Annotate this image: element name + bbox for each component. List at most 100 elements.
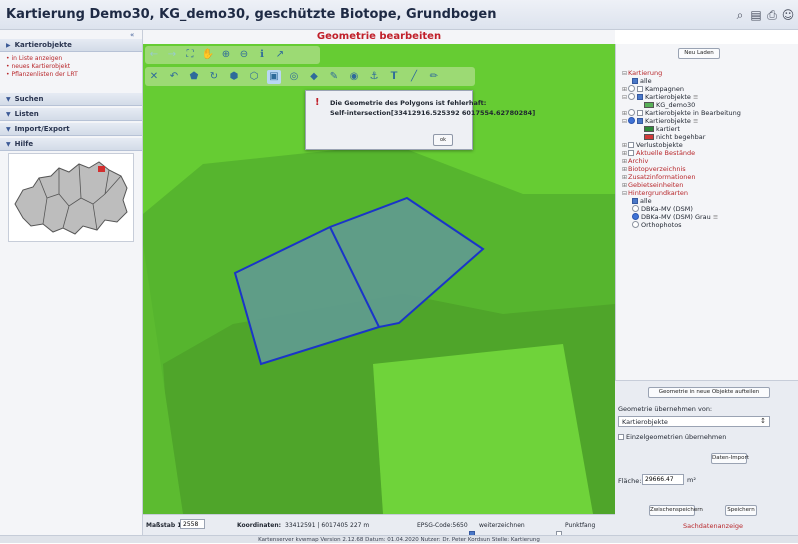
buffer-icon[interactable]: ◎ [287, 70, 301, 84]
select-vertex-icon[interactable]: ▣ [267, 70, 281, 84]
draw-ring-icon[interactable]: ↻ [207, 70, 221, 84]
app-title: Kartierung Demo30, KG_demo30, geschützte… [6, 7, 497, 22]
line-tool-icon[interactable]: ╱ [407, 70, 421, 84]
zoom-out-icon[interactable]: ⊖ [237, 48, 251, 62]
einzel-checkbox-row[interactable]: Einzelgeometrien übernehmen [618, 433, 726, 441]
dialog-message-line1: Die Geometrie des Polygons ist fehlerhaf… [330, 99, 487, 107]
flaeche-unit: m² [687, 476, 696, 484]
tree-orthophotos[interactable]: Orthophotos [632, 221, 682, 229]
punktfang-label: Punktfang [565, 522, 596, 529]
chevron-updown-icon: ↕ [760, 417, 766, 425]
section-suchen[interactable]: ▼ Suchen [0, 93, 142, 106]
copy-geometry-icon[interactable]: ◉ [347, 70, 361, 84]
subtract-polygon-icon[interactable]: ⬡ [247, 70, 261, 84]
coords-value: 33412591 | 6017405 [285, 522, 349, 529]
split-geometry-button[interactable]: Geometrie in neue Objekte aufteilen [648, 387, 770, 398]
section-suchen-label: Suchen [14, 95, 44, 103]
tree-dbka-dsm[interactable]: DBKa-MV (DSM) [632, 205, 693, 213]
pan-icon[interactable]: ✋ [201, 48, 215, 62]
print-icon[interactable]: ⎙ [765, 8, 779, 22]
section-import-export-label: Import/Export [14, 125, 70, 133]
cancel-icon[interactable]: ✕ [147, 70, 161, 84]
tree-label: Kartierung [628, 69, 663, 77]
tree-label: Kampagnen [645, 85, 684, 93]
status-bar: Maßstab 1: 2558 Koordinaten: 33412591 | … [143, 514, 615, 537]
tree-label: nicht begehbar [656, 133, 706, 141]
edit-line-icon[interactable]: ✎ [327, 70, 341, 84]
snap-icon[interactable]: ⚓ [367, 70, 381, 84]
tree-label: Kartierobjekte [645, 117, 691, 125]
full-extent-icon[interactable]: ⛶ [183, 48, 197, 62]
split-icon[interactable]: ◆ [307, 70, 321, 84]
tree-label: Biotopverzeichnis [628, 165, 686, 173]
text-icon[interactable]: 𝗧 [387, 70, 401, 84]
section-hilfe[interactable]: ▼ Hilfe [0, 138, 142, 151]
geometry-tools-panel: Geometrie in neue Objekte aufteilen Geom… [615, 380, 798, 535]
info-icon[interactable]: ℹ [255, 48, 269, 62]
tree-kg-demo30: KG_demo30 [644, 101, 695, 109]
section-listen[interactable]: ▼ Listen [0, 108, 142, 121]
dialog-ok-button[interactable]: ok [433, 134, 453, 146]
epsg-code: EPSG-Code:5650 [417, 522, 468, 529]
tree-label: DBKa-MV (DSM) [641, 205, 693, 213]
undo-icon[interactable]: ↶ [167, 70, 181, 84]
datenimport-button[interactable]: Daten-Import [711, 453, 749, 464]
uebernehmen-select-value: Kartierobjekte [622, 418, 668, 426]
dialog-message-line2: Self-intersection[33412916.525392 601755… [330, 109, 536, 117]
reload-button[interactable]: Neu Laden [678, 48, 720, 59]
section-import-export[interactable]: ▼ Import/Export [0, 123, 142, 136]
link-neues-kartierobjekt[interactable]: • neues Kartierobjekt [6, 63, 70, 71]
add-polygon-icon[interactable]: ⬢ [227, 70, 241, 84]
tree-label: DBKa-MV (DSM) Grau [641, 213, 711, 221]
zwischenspeichern-button[interactable]: Zwischenspeichern [649, 505, 703, 516]
tree-alle-hintergrund[interactable]: alle [632, 197, 652, 205]
book-icon[interactable]: ▤ [749, 8, 763, 22]
flaeche-input[interactable]: 29666.47 [642, 474, 684, 485]
sachdaten-link[interactable]: Sachdatenanzeige [683, 522, 743, 530]
tree-label: alle [640, 197, 652, 205]
footer-bar: Kartenserver kvwmap Version 2.12.68 Datu… [0, 535, 798, 543]
speichern-button[interactable]: Speichern [725, 505, 757, 516]
tree-label: Verlustobjekte [636, 141, 683, 149]
tree-nicht-begehbar: nicht begehbar [644, 133, 705, 141]
overview-map-shape [14, 161, 128, 235]
search-icon[interactable]: ⌕ [733, 8, 747, 22]
tree-label: kartiert [656, 125, 680, 133]
weiterzeichnen-label: weiterzeichnen [479, 522, 525, 529]
double-chevron-left-icon[interactable]: « [130, 31, 134, 39]
section-hilfe-label: Hilfe [14, 140, 34, 148]
zoom-in-icon[interactable]: ⊕ [219, 48, 233, 62]
pencil-icon[interactable]: ✏ [427, 70, 441, 84]
title-bar: Kartierung Demo30, KG_demo30, geschützte… [0, 0, 798, 30]
einzel-label: Einzelgeometrien übernehmen [626, 433, 727, 441]
tree-label: KG_demo30 [656, 101, 696, 109]
section-kartierobjekte[interactable]: ▶ Kartierobjekte [0, 39, 142, 52]
forward-icon[interactable]: → [165, 48, 179, 62]
tree-kartiert: kartiert [644, 125, 680, 133]
section-kartierobjekte-label: Kartierobjekte [14, 41, 72, 49]
distance-value: 227 m [350, 522, 370, 529]
tree-label: Kartierobjekte in Bearbeitung [645, 109, 741, 117]
tree-label: Aktuelle Bestände [636, 149, 696, 157]
coords-label: Koordinaten: [237, 522, 282, 529]
tree-dbka-dsm-grau[interactable]: DBKa-MV (DSM) Grau ≡ [632, 213, 718, 221]
tree-label: Gebietseinheiten [628, 181, 684, 189]
section-listen-label: Listen [14, 110, 39, 118]
overview-map[interactable] [8, 153, 134, 242]
tree-label: Hintergrundkarten [628, 189, 689, 197]
map-toolbar-editing: ✕ ↶ ⬟ ↻ ⬢ ⬡ ▣ ◎ ◆ ✎ ◉ ⚓ 𝗧 ╱ ✏ [145, 67, 475, 86]
link-in-liste-anzeigen[interactable]: • in Liste anzeigen [6, 55, 62, 63]
measure-icon[interactable]: ↗ [273, 48, 287, 62]
user-icon[interactable]: ☺ [781, 8, 795, 22]
left-sidebar: « ▶ Kartierobjekte • in Liste anzeigen • … [0, 30, 143, 535]
tree-label: Orthophotos [641, 221, 682, 229]
link-pflanzenlisten[interactable]: • Pflanzenlisten der LRT [6, 71, 78, 79]
draw-polygon-icon[interactable]: ⬟ [187, 70, 201, 84]
uebernehmen-select[interactable]: Kartierobjekte ↕ [618, 416, 770, 427]
tree-label: Archiv [628, 157, 649, 165]
back-icon[interactable]: ← [147, 48, 161, 62]
tree-label: Kartierobjekte [645, 93, 691, 101]
scale-input[interactable]: 2558 [180, 519, 205, 529]
map-toolbar-navigation: ← → ⛶ ✋ ⊕ ⊖ ℹ ↗ [145, 46, 320, 64]
tree-alle-kartierung[interactable]: alle [632, 77, 652, 85]
